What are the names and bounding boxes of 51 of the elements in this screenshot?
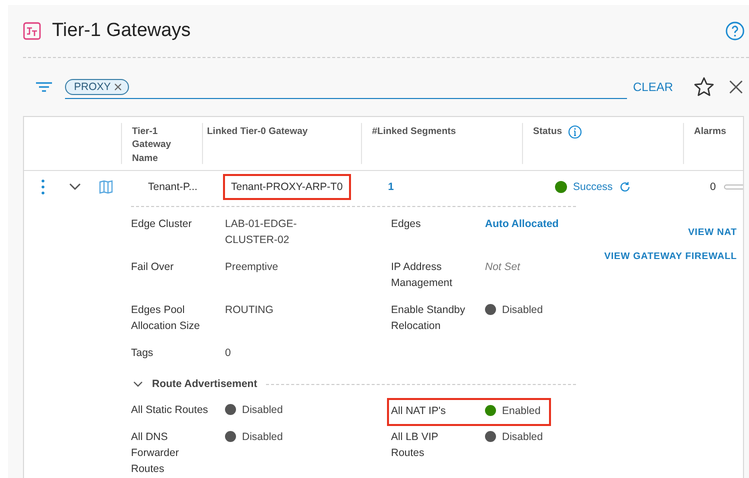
close-icon[interactable] <box>729 80 743 94</box>
status-link[interactable]: Success <box>573 181 613 193</box>
section-title: Route Advertisement <box>152 378 258 390</box>
collapse-icon[interactable] <box>133 380 143 388</box>
field-label: All NAT IP's <box>391 404 447 419</box>
field-label: All Static Routes <box>131 403 210 418</box>
field-value: Enabled <box>502 405 541 418</box>
table-cell: 0 <box>710 181 716 193</box>
filter-icon[interactable] <box>35 81 53 93</box>
page-title: Tier-1 Gateways <box>52 20 192 42</box>
field-label: Enable Standby Relocation <box>391 303 466 334</box>
table-cell: Tenant-PROXY-ARP-T0 <box>223 174 351 200</box>
field-value: Preemptive <box>225 260 280 275</box>
field-value: LAB-01-EDGE-CLUSTER-02 <box>225 217 298 248</box>
segments-link[interactable]: 1 <box>388 181 394 193</box>
clear-button[interactable]: CLEAR <box>626 80 673 94</box>
field-label: Tags <box>131 346 154 361</box>
help-icon[interactable] <box>725 21 745 41</box>
table-cell: Tenant-P... <box>148 181 198 193</box>
field-value: ROUTING <box>225 303 274 318</box>
field-value: Not Set <box>485 260 522 275</box>
filter-chip[interactable]: PROXY <box>65 78 129 94</box>
collapse-icon[interactable] <box>69 183 81 191</box>
field-label: IP Address Management <box>391 260 454 291</box>
field-label: Fail Over <box>131 260 175 275</box>
column-header: Tier-1 Gateway Name <box>132 125 172 165</box>
field-value: Disabled <box>502 431 543 444</box>
field-label: All DNS Forwarder Routes <box>131 430 180 477</box>
star-icon[interactable] <box>693 76 715 98</box>
field-label: Edges Pool Allocation Size <box>131 303 201 334</box>
field-label: Edge Cluster <box>131 217 193 232</box>
column-header: #Linked Segments <box>372 125 456 138</box>
field-label: All LB VIP Routes <box>391 430 440 461</box>
filter-field[interactable]: PROXY <box>65 76 627 98</box>
topology-icon[interactable] <box>99 180 113 194</box>
field-value: Disabled <box>242 431 283 444</box>
column-header: Linked Tier-0 Gateway <box>207 125 308 138</box>
info-icon[interactable] <box>568 125 582 139</box>
field-link[interactable]: Auto Allocated <box>485 216 565 232</box>
column-header: Status <box>533 125 562 138</box>
action-link[interactable]: VIEW NAT <box>688 227 737 238</box>
field-value: 0 <box>225 346 232 361</box>
chip-label: PROXY <box>74 80 111 92</box>
field-value: Disabled <box>242 404 283 417</box>
more-icon[interactable] <box>41 179 45 195</box>
refresh-icon[interactable] <box>618 181 631 193</box>
close-icon[interactable] <box>114 82 122 90</box>
field-label: Edges <box>391 217 422 232</box>
action-link[interactable]: VIEW GATEWAY FIREWALL <box>604 251 737 262</box>
column-header: Alarms <box>694 125 726 138</box>
field-value: Disabled <box>502 304 543 317</box>
